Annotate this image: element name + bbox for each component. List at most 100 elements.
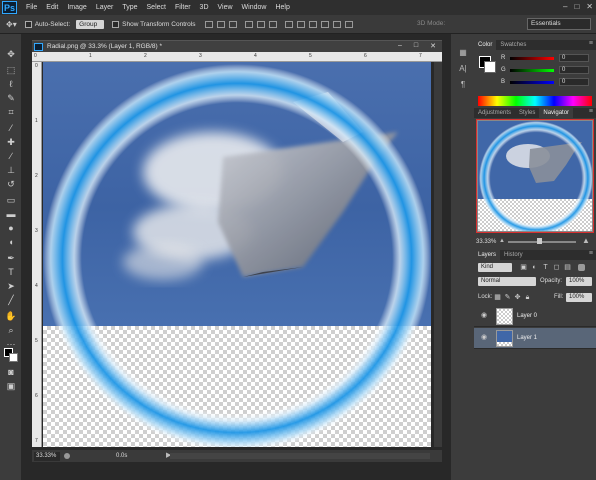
background-color-swatch[interactable] bbox=[484, 61, 496, 73]
workspace-dropdown[interactable]: Essentials bbox=[527, 18, 591, 30]
doc-close-button[interactable]: ✕ bbox=[430, 42, 436, 50]
distribute-right-icon[interactable] bbox=[345, 20, 354, 28]
layer-row-layer1[interactable]: ◉ Layer 1 bbox=[474, 328, 596, 349]
pen-tool-icon[interactable]: ✒ bbox=[4, 252, 18, 264]
auto-select-checkbox[interactable] bbox=[24, 20, 32, 28]
filter-type-icon[interactable]: T bbox=[542, 264, 549, 271]
distribute-top-icon[interactable] bbox=[285, 20, 294, 28]
line-tool-icon[interactable]: ╱ bbox=[4, 294, 18, 306]
zoom-in-icon[interactable]: ▲ bbox=[582, 236, 590, 245]
align-bottom-icon[interactable] bbox=[229, 20, 238, 28]
brush-tool-icon[interactable]: ∕ bbox=[4, 150, 18, 162]
navigator-view-box[interactable] bbox=[476, 119, 594, 233]
maximize-button[interactable]: □ bbox=[574, 2, 579, 11]
type-tool-icon[interactable]: T bbox=[4, 266, 18, 278]
layer-row-layer0[interactable]: ◉ Layer 0 bbox=[474, 306, 596, 327]
healing-brush-tool-icon[interactable]: ✚ bbox=[4, 136, 18, 148]
lock-pixels-icon[interactable]: ✎ bbox=[504, 294, 511, 301]
ruler-horizontal[interactable]: 0 1 2 3 4 5 6 7 bbox=[32, 52, 442, 62]
menu-3d[interactable]: 3D bbox=[200, 4, 209, 11]
lock-transparent-icon[interactable]: ▦ bbox=[494, 294, 501, 301]
paragraph-panel-icon[interactable]: ¶ bbox=[457, 80, 469, 90]
red-slider[interactable] bbox=[510, 56, 554, 60]
doc-restore-button[interactable]: □ bbox=[414, 42, 418, 50]
navigator-slider-thumb[interactable] bbox=[537, 238, 542, 244]
filter-toggle-icon[interactable] bbox=[578, 264, 585, 271]
blue-slider[interactable] bbox=[510, 80, 554, 84]
menu-type[interactable]: Type bbox=[122, 4, 137, 11]
visibility-eye-icon[interactable]: ◉ bbox=[480, 312, 488, 320]
tab-adjustments[interactable]: Adjustments bbox=[474, 108, 515, 118]
history-panel-icon[interactable]: ▦ bbox=[457, 48, 469, 58]
tab-color[interactable]: Color bbox=[474, 40, 497, 50]
filter-smart-object-icon[interactable]: ▤ bbox=[564, 264, 571, 271]
document-canvas[interactable] bbox=[43, 62, 431, 447]
fill-field[interactable]: 100% bbox=[566, 293, 592, 302]
navigator-zoom-slider[interactable] bbox=[508, 241, 576, 243]
green-slider[interactable] bbox=[510, 68, 554, 72]
menu-edit[interactable]: Edit bbox=[46, 4, 58, 11]
green-value-field[interactable]: 0 bbox=[559, 66, 589, 74]
move-tool-preset-icon[interactable]: ✥▾ bbox=[6, 20, 17, 29]
auto-select-dropdown[interactable]: Group bbox=[76, 19, 105, 29]
eraser-tool-icon[interactable]: ▭ bbox=[4, 194, 18, 206]
tab-styles[interactable]: Styles bbox=[515, 108, 539, 118]
align-top-icon[interactable] bbox=[205, 20, 214, 28]
menu-file[interactable]: File bbox=[26, 4, 37, 11]
move-tool-icon[interactable]: ✥ bbox=[4, 48, 18, 60]
color-spectrum-ramp[interactable] bbox=[478, 96, 592, 106]
panel-menu-icon[interactable]: ≡ bbox=[589, 108, 593, 115]
menu-image[interactable]: Image bbox=[67, 4, 86, 11]
filter-shape-icon[interactable]: ◻ bbox=[553, 264, 560, 271]
menu-layer[interactable]: Layer bbox=[96, 4, 114, 11]
distribute-left-icon[interactable] bbox=[321, 20, 330, 28]
panel-menu-icon[interactable]: ≡ bbox=[589, 250, 593, 257]
blue-value-field[interactable]: 0 bbox=[559, 78, 589, 86]
status-info-icon[interactable] bbox=[64, 453, 70, 459]
path-selection-tool-icon[interactable]: ➤ bbox=[4, 280, 18, 292]
filter-adjustment-icon[interactable]: ◐ bbox=[531, 264, 538, 271]
tab-layers[interactable]: Layers bbox=[474, 250, 501, 260]
navigator-zoom-field[interactable]: 33.33% bbox=[476, 239, 496, 245]
ruler-vertical[interactable]: 0 1 2 3 4 5 6 7 bbox=[32, 62, 42, 447]
dodge-tool-icon[interactable]: ◖ bbox=[4, 236, 18, 248]
gradient-tool-icon[interactable]: ▬ bbox=[4, 208, 18, 220]
zoom-out-icon[interactable]: ▲ bbox=[499, 238, 505, 244]
history-brush-tool-icon[interactable]: ↺ bbox=[4, 178, 18, 190]
background-color-swatch[interactable] bbox=[9, 353, 18, 362]
clone-stamp-tool-icon[interactable]: ⊥ bbox=[4, 164, 18, 176]
layer-filter-kind-dropdown[interactable]: Kind bbox=[478, 263, 512, 272]
distribute-bottom-icon[interactable] bbox=[309, 20, 318, 28]
align-right-icon[interactable] bbox=[269, 20, 278, 28]
visibility-eye-icon[interactable]: ◉ bbox=[480, 334, 488, 342]
tab-navigator[interactable]: Navigator bbox=[539, 108, 574, 118]
blend-mode-dropdown[interactable]: Normal bbox=[478, 277, 536, 286]
align-left-icon[interactable] bbox=[245, 20, 254, 28]
layer-name[interactable]: Layer 1 bbox=[517, 335, 537, 341]
menu-view[interactable]: View bbox=[218, 4, 233, 11]
doc-minimize-button[interactable]: – bbox=[398, 42, 402, 50]
distribute-hcenter-icon[interactable] bbox=[333, 20, 342, 28]
quick-select-tool-icon[interactable]: ✎ bbox=[4, 92, 18, 104]
crop-tool-icon[interactable]: ⌗ bbox=[4, 106, 18, 118]
zoom-tool-icon[interactable]: ⌕ bbox=[4, 324, 18, 336]
tab-swatches[interactable]: Swatches bbox=[496, 40, 530, 50]
eyedropper-tool-icon[interactable]: ⁄ bbox=[4, 122, 18, 134]
lasso-tool-icon[interactable]: ℓ bbox=[4, 78, 18, 90]
character-panel-icon[interactable]: A| bbox=[457, 64, 469, 74]
red-value-field[interactable]: 0 bbox=[559, 54, 589, 62]
filter-pixel-icon[interactable]: ▣ bbox=[520, 264, 527, 271]
screen-mode-icon[interactable]: ▣ bbox=[4, 380, 18, 392]
vertical-scrollbar[interactable] bbox=[434, 62, 442, 447]
tab-history[interactable]: History bbox=[500, 250, 527, 260]
menu-window[interactable]: Window bbox=[242, 4, 267, 11]
align-vcenter-icon[interactable] bbox=[217, 20, 226, 28]
align-hcenter-icon[interactable] bbox=[257, 20, 266, 28]
layer-name[interactable]: Layer 0 bbox=[517, 313, 537, 319]
minimize-button[interactable]: – bbox=[563, 2, 567, 11]
blur-tool-icon[interactable]: ● bbox=[4, 222, 18, 234]
document-tab[interactable]: Radial.png @ 33.3% (Layer 1, RGB/8) * – … bbox=[32, 40, 442, 52]
opacity-field[interactable]: 100% bbox=[566, 277, 592, 286]
menu-select[interactable]: Select bbox=[147, 4, 166, 11]
quick-mask-icon[interactable]: ◙ bbox=[4, 366, 18, 378]
